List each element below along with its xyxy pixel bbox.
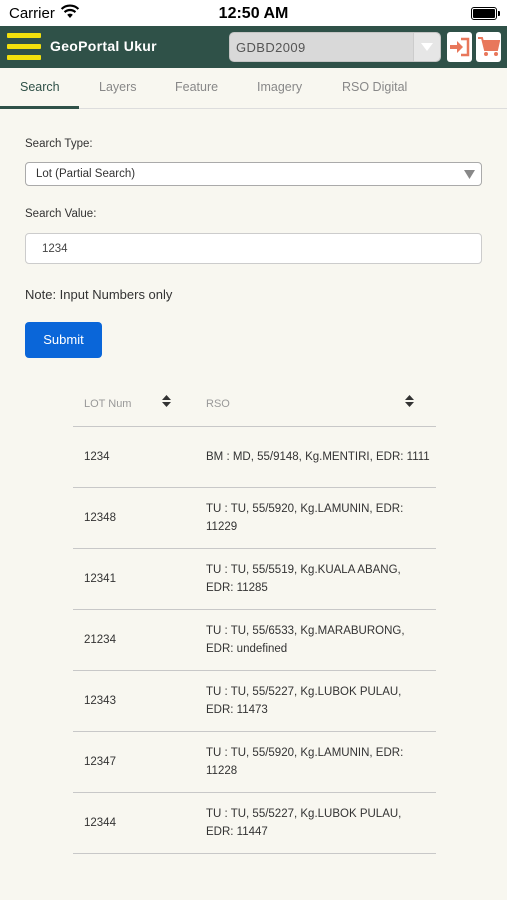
login-button[interactable] xyxy=(447,32,472,62)
table-row[interactable]: 12347 TU : TU, 55/5920, Kg.LAMUNIN, EDR:… xyxy=(73,732,436,793)
rso-cell: TU : TU, 55/5920, Kg.LAMUNIN, EDR: 11228 xyxy=(206,747,404,777)
rso-cell: TU : TU, 55/5227, Kg.LUBOK PULAU, EDR: 1… xyxy=(206,686,402,716)
search-type-label: Search Type: xyxy=(25,138,93,150)
table-row[interactable]: 12348 TU : TU, 55/5920, Kg.LAMUNIN, EDR:… xyxy=(73,488,436,549)
cart-icon xyxy=(478,37,500,56)
table-row[interactable]: 12344 TU : TU, 55/5227, Kg.LUBOK PULAU, … xyxy=(73,793,436,854)
tab-bar: Search Layers Feature Imagery RSO Digita… xyxy=(0,68,507,109)
lot-num-cell: 21234 xyxy=(84,634,116,646)
sort-icon[interactable] xyxy=(162,395,171,407)
login-arrow-icon xyxy=(450,37,470,57)
chevron-down-icon xyxy=(464,170,475,179)
app-header: GeoPortal Ukur GDBD2009 xyxy=(0,26,507,68)
lot-num-cell: 12343 xyxy=(84,695,116,707)
table-header: LOT Num RSO xyxy=(73,382,436,427)
status-bar: Carrier 12:50 AM xyxy=(0,0,507,26)
tab-imagery[interactable]: Imagery xyxy=(257,80,302,94)
lot-num-cell: 1234 xyxy=(84,451,110,463)
chevron-down-icon xyxy=(421,43,433,51)
active-tab-indicator xyxy=(0,106,79,109)
tab-search[interactable]: Search xyxy=(20,80,60,94)
hamburger-icon[interactable] xyxy=(7,31,41,62)
search-value-label: Search Value: xyxy=(25,208,97,220)
rso-cell: TU : TU, 55/5227, Kg.LUBOK PULAU, EDR: 1… xyxy=(206,808,402,838)
rso-cell: TU : TU, 55/6533, Kg.MARABURONG, EDR: un… xyxy=(206,625,405,655)
tab-feature[interactable]: Feature xyxy=(175,80,218,94)
rso-cell: TU : TU, 55/5519, Kg.KUALA ABANG, EDR: 1… xyxy=(206,564,401,594)
sort-icon[interactable] xyxy=(405,395,414,407)
rso-cell: BM : MD, 55/9148, Kg.MENTIRI, EDR: 1111 xyxy=(206,451,430,463)
cart-button[interactable] xyxy=(476,32,501,62)
search-value-text: 1234 xyxy=(42,243,68,255)
results-table: LOT Num RSO 1234 BM : MD, 55/9148, Kg.ME… xyxy=(73,382,436,854)
app-title: GeoPortal Ukur xyxy=(50,38,157,54)
dataset-select[interactable]: GDBD2009 xyxy=(229,32,441,62)
submit-button[interactable]: Submit xyxy=(25,322,102,358)
table-row[interactable]: 21234 TU : TU, 55/6533, Kg.MARABURONG, E… xyxy=(73,610,436,671)
search-type-value: Lot (Partial Search) xyxy=(36,168,136,180)
clock: 12:50 AM xyxy=(218,5,289,22)
lot-num-cell: 12348 xyxy=(84,512,116,524)
tab-layers[interactable]: Layers xyxy=(99,80,137,94)
dataset-dropdown-button[interactable] xyxy=(413,33,440,61)
lot-num-cell: 12341 xyxy=(84,573,116,585)
rso-cell: TU : TU, 55/5920, Kg.LAMUNIN, EDR: 11229 xyxy=(206,503,404,533)
table-row[interactable]: 12341 TU : TU, 55/5519, Kg.KUALA ABANG, … xyxy=(73,549,436,610)
search-type-select[interactable]: Lot (Partial Search) xyxy=(25,162,482,186)
column-header-rso[interactable]: RSO xyxy=(206,398,230,410)
dataset-value: GDBD2009 xyxy=(236,40,306,55)
tab-rso-digital[interactable]: RSO Digital xyxy=(342,80,407,94)
column-header-lot-num[interactable]: LOT Num xyxy=(84,398,131,410)
table-row[interactable]: 12343 TU : TU, 55/5227, Kg.LUBOK PULAU, … xyxy=(73,671,436,732)
lot-num-cell: 12347 xyxy=(84,756,116,768)
input-note: Note: Input Numbers only xyxy=(25,287,173,302)
table-row[interactable]: 1234 BM : MD, 55/9148, Kg.MENTIRI, EDR: … xyxy=(73,427,436,488)
search-value-input[interactable]: 1234 xyxy=(25,233,482,264)
battery-icon xyxy=(471,7,500,20)
lot-num-cell: 12344 xyxy=(84,817,116,829)
